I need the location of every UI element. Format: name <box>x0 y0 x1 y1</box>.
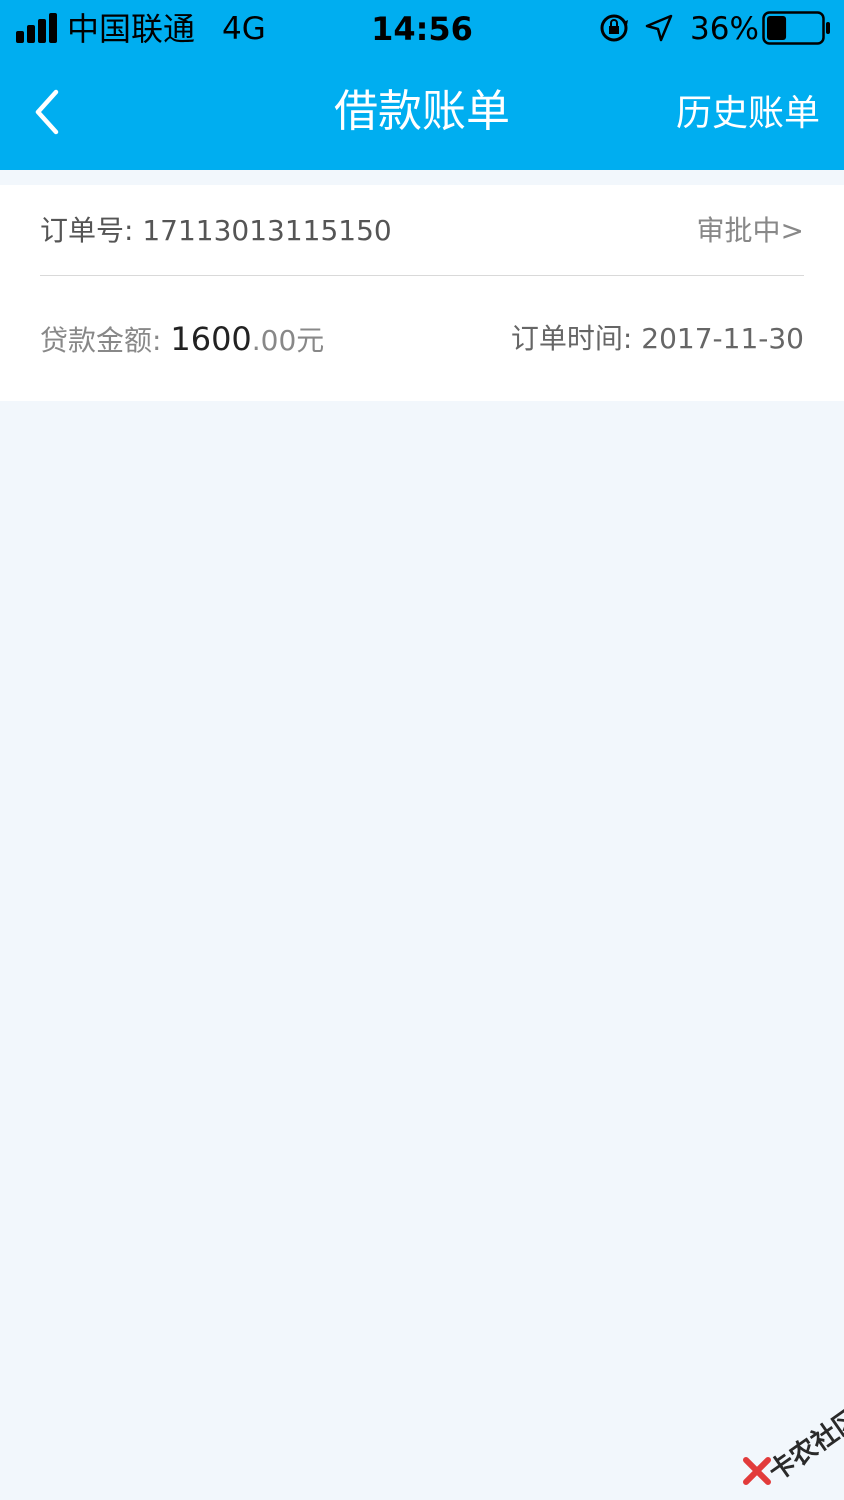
order-number: 订单号: 17113013115150 <box>40 209 392 253</box>
order-detail-row: 贷款金额: 1600.00元 订单时间: 2017-11-30 <box>40 275 804 401</box>
watermark-text: 卡农社区 <box>763 1403 844 1488</box>
back-button[interactable] <box>20 80 80 144</box>
community-watermark: 卡农社区 <box>740 1400 844 1490</box>
loan-amount-integer: 1600 <box>170 320 252 358</box>
rotation-lock-icon <box>600 14 628 42</box>
loan-amount-label: 贷款金额: <box>40 324 171 357</box>
order-number-value: 17113013115150 <box>142 214 392 247</box>
status-bar: 中国联通 4G 14:56 36% <box>0 0 844 58</box>
order-time: 订单时间: 2017-11-30 <box>511 317 804 361</box>
history-bill-button[interactable]: 历史账单 <box>676 88 820 140</box>
battery-percent: 36% <box>690 11 759 47</box>
order-number-label: 订单号: <box>40 214 143 247</box>
chevron-left-icon <box>35 89 59 135</box>
battery-icon <box>762 11 830 45</box>
loan-amount: 贷款金额: 1600.00元 <box>40 315 324 369</box>
loan-order-card[interactable]: 订单号: 17113013115150 审批中> 贷款金额: 1600.00元 … <box>0 185 844 401</box>
loan-amount-decimal: .00元 <box>251 324 325 357</box>
order-status-link[interactable]: 审批中> <box>697 209 804 253</box>
order-time-label: 订单时间: <box>510 322 642 355</box>
order-time-value: 2017-11-30 <box>641 322 804 355</box>
location-arrow-icon <box>645 14 673 42</box>
order-header-row: 订单号: 17113013115150 审批中> <box>40 185 804 276</box>
app-header: 中国联通 4G 14:56 36% 借款账单 历史账单 <box>0 0 844 170</box>
navigation-bar: 借款账单 历史账单 <box>0 58 844 170</box>
